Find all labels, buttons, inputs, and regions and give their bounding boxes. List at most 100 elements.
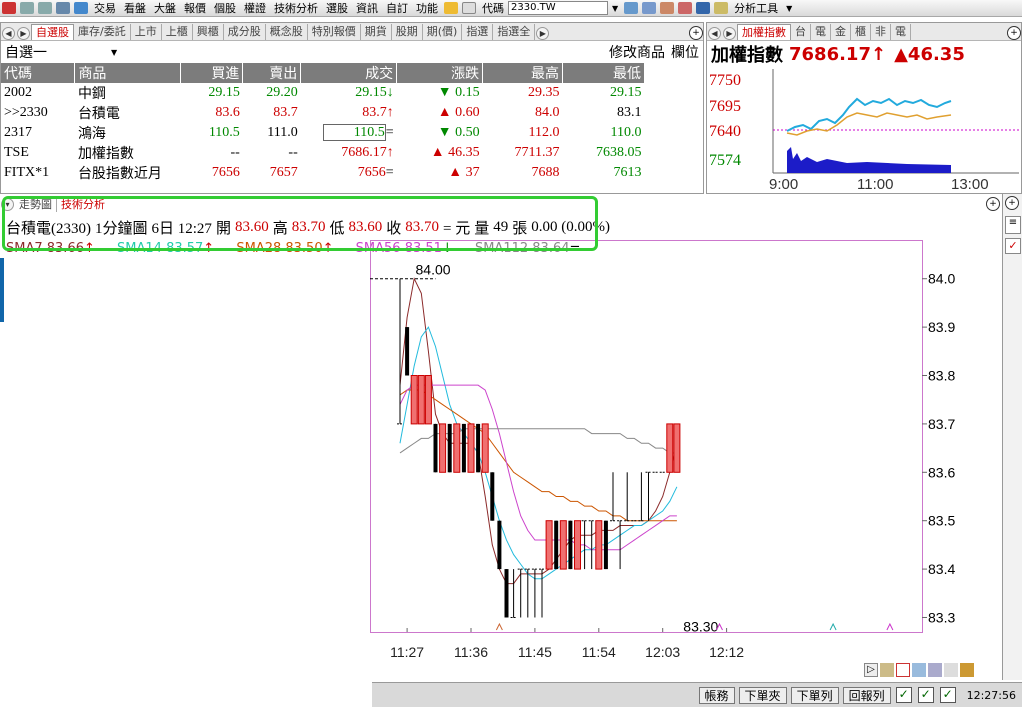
open-icon[interactable]	[74, 2, 88, 14]
index-zoom-icon[interactable]: +	[1007, 26, 1021, 40]
tab-emerging[interactable]: 興櫃	[193, 24, 224, 40]
sidebar-list-icon[interactable]: ≡	[1005, 216, 1021, 234]
account-button[interactable]: 帳務	[698, 686, 735, 704]
list-dropdown-icon[interactable]: ▼	[111, 48, 117, 57]
tab-weighted-index[interactable]: 加權指數	[737, 24, 791, 40]
header-code[interactable]: 代碼	[1, 63, 76, 83]
header-high[interactable]: 最高	[482, 63, 564, 83]
sidebar-zoom-icon[interactable]: +	[1005, 196, 1019, 210]
tab-concepts[interactable]: 概念股	[266, 24, 308, 40]
menu-market[interactable]: 大盤	[150, 0, 180, 16]
table-row[interactable]: >>2330 台積電 83.6 83.7 83.7↑ ▲ 0.60 84.0 8…	[1, 103, 645, 123]
header-low[interactable]: 最低	[562, 63, 645, 83]
menu-stock[interactable]: 個股	[210, 0, 240, 16]
candle	[510, 569, 517, 618]
tab-inventory[interactable]: 庫存/委託	[74, 24, 131, 40]
report-bar-button[interactable]: 回報列	[842, 686, 891, 704]
tab-constituents[interactable]: 成分股	[224, 24, 266, 40]
bar-chart-icon[interactable]	[960, 663, 974, 677]
undo-icon[interactable]	[944, 663, 958, 677]
columns-button[interactable]: 欄位	[671, 42, 699, 62]
tab-otc-index[interactable]: 櫃	[851, 24, 871, 40]
code-dropdown-icon[interactable]: ▼	[608, 4, 622, 13]
candle-body-up	[424, 375, 432, 425]
menu-function[interactable]: 功能	[412, 0, 442, 16]
header-change[interactable]: 漲跌	[396, 63, 484, 83]
order-folder-button[interactable]: 下單夾	[738, 686, 787, 704]
analysis-tools-menu[interactable]: 分析工具	[730, 0, 782, 16]
header-bid[interactable]: 買進	[180, 63, 244, 83]
cell-name: 中鋼	[77, 87, 106, 102]
edit-items-button[interactable]: 修改商品	[609, 42, 665, 62]
notepad-icon[interactable]	[462, 2, 476, 14]
magnifier-icon[interactable]	[642, 2, 657, 14]
index-tab-next-icon[interactable]: ▶	[723, 27, 736, 40]
chart-zoom-icon[interactable]: +	[986, 197, 1000, 211]
menu-watch[interactable]: 看盤	[120, 0, 150, 16]
menu-warrant[interactable]: 權證	[240, 0, 270, 16]
menu-trade[interactable]: 交易	[90, 0, 120, 16]
candle-body-up	[467, 423, 475, 473]
pointer-icon[interactable]	[696, 2, 711, 14]
candle	[461, 423, 466, 473]
down-arrow-icon: ↓	[386, 85, 394, 100]
back-icon[interactable]	[20, 2, 34, 14]
menu-technical[interactable]: 技術分析	[270, 0, 322, 16]
tab-futures-price[interactable]: 期(價)	[423, 24, 463, 40]
table-row[interactable]: FITX*1 台股指數近月 7656 7657 7656= ▲ 37 7688 …	[1, 163, 645, 183]
tab-futures[interactable]: 期貨	[361, 24, 392, 40]
table-row[interactable]: TSE 加權指數 -- -- 7686.17↑ ▲ 46.35 7711.37 …	[1, 143, 645, 163]
print-icon[interactable]	[56, 2, 70, 14]
table-row[interactable]: 2317 鴻海 110.5 111.0 110.5= ▼ 0.50 112.0 …	[1, 123, 645, 143]
menu-custom[interactable]: 自訂	[382, 0, 412, 16]
menu-quote[interactable]: 報價	[180, 0, 210, 16]
list-select[interactable]: 自選一	[5, 42, 47, 62]
code-input[interactable]: 2330.TW	[508, 1, 608, 15]
sidebar-check-icon[interactable]: ✓	[1005, 238, 1021, 254]
index-tab-prev-icon[interactable]: ◀	[708, 27, 721, 40]
tab-special-quotes[interactable]: 特別報價	[308, 24, 361, 40]
tab-stock-futures[interactable]: 股期	[392, 24, 423, 40]
check-icon[interactable]: ✓	[917, 687, 934, 703]
candle	[554, 520, 559, 570]
tab-prev-icon[interactable]: ◀	[2, 27, 15, 40]
tab-finance[interactable]: 金	[831, 24, 851, 40]
crosshair-icon[interactable]	[912, 663, 926, 677]
tab-electronics-2[interactable]: 電	[891, 24, 911, 40]
order-bar-button[interactable]: 下單列	[790, 686, 839, 704]
period-icon[interactable]	[880, 663, 894, 677]
signal-marker	[829, 622, 837, 631]
draw-icon[interactable]	[896, 663, 910, 677]
tools-icon[interactable]	[660, 2, 675, 14]
tab-next-icon[interactable]: ▶	[17, 27, 30, 40]
tab-index-options-all[interactable]: 指選全	[493, 24, 536, 40]
tab-tw[interactable]: 台	[791, 24, 811, 40]
header-ask[interactable]: 賣出	[242, 63, 302, 83]
tab-scroll-icon[interactable]: ▶	[536, 27, 550, 40]
check-icon[interactable]: ✓	[895, 687, 912, 703]
zoom-in-icon[interactable]: +	[689, 26, 703, 40]
grid-icon[interactable]	[624, 2, 639, 14]
tab-electronics[interactable]: 電	[811, 24, 831, 40]
tab-non-electronics[interactable]: 非	[871, 24, 891, 40]
menu-info[interactable]: 資訊	[352, 0, 382, 16]
tab-otc[interactable]: 上櫃	[162, 24, 193, 40]
header-name[interactable]: 商品	[74, 63, 182, 83]
forward-icon[interactable]	[38, 2, 52, 14]
lightning-icon[interactable]	[444, 2, 458, 14]
header-last[interactable]: 成交	[300, 63, 398, 83]
tab-watchlist[interactable]: 自選股	[31, 24, 74, 40]
alert-icon[interactable]	[678, 2, 693, 14]
fit-icon[interactable]	[928, 663, 942, 677]
scroll-right-icon[interactable]: ▷	[864, 663, 878, 677]
analysis-tools-icon[interactable]	[714, 2, 729, 14]
candle-body-down	[504, 569, 509, 618]
table-row[interactable]: 2002 中鋼 29.15 29.20 29.15↓ ▼ 0.15 29.35 …	[1, 83, 645, 103]
candle	[610, 472, 616, 522]
tab-index-options[interactable]: 指選	[462, 24, 494, 40]
check-icon[interactable]: ✓	[939, 687, 956, 703]
tab-listed[interactable]: 上市	[131, 24, 162, 40]
tools-dropdown-icon[interactable]: ▼	[782, 4, 796, 13]
menu-screener[interactable]: 選股	[322, 0, 352, 16]
home-icon[interactable]	[2, 2, 16, 14]
